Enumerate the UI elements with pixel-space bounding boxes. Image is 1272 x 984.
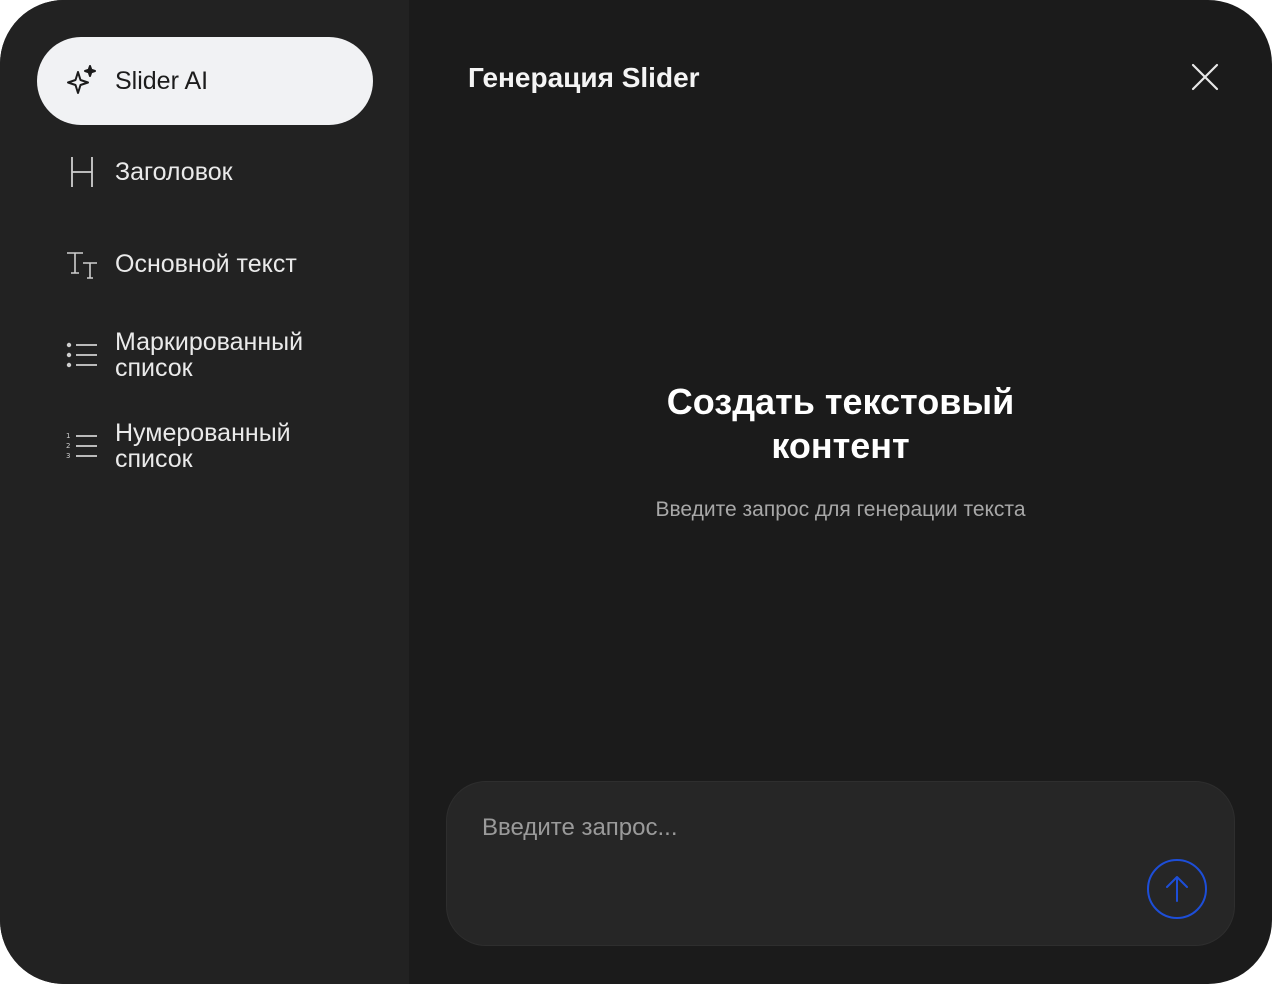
- sidebar: Slider AI Заголовок Основной текст Марки…: [0, 0, 409, 984]
- sidebar-item-label: Заголовок: [115, 158, 233, 186]
- sidebar-item-bullet-list[interactable]: Маркированный список: [37, 328, 373, 382]
- sidebar-item-label: Slider AI: [115, 67, 209, 95]
- sidebar-item-label: Маркированный список: [115, 328, 304, 382]
- sidebar-item-slider-ai[interactable]: Slider AI: [37, 37, 373, 125]
- sidebar-item-label: Нумерованный список: [115, 419, 291, 473]
- ai-generation-dialog: Slider AI Заголовок Основной текст Марки…: [0, 0, 1272, 984]
- sidebar-item-label: Основной текст: [115, 250, 297, 278]
- empty-state-title: Создать текстовый контент: [666, 381, 1015, 466]
- text-size-icon: [65, 247, 99, 281]
- sparkle-icon: [65, 64, 99, 98]
- sidebar-item-numbered-list[interactable]: 1 2 3 Нумерованный список: [37, 419, 373, 473]
- send-button[interactable]: [1147, 859, 1207, 919]
- svg-text:2: 2: [66, 442, 70, 450]
- arrow-up-icon: [1166, 876, 1188, 902]
- close-button[interactable]: [1190, 62, 1220, 92]
- page-title: Генерация Slider: [468, 62, 700, 93]
- main-panel: Генерация Slider Создать текстовый конте…: [409, 0, 1272, 984]
- prompt-input[interactable]: [482, 808, 1102, 848]
- prompt-box: [446, 781, 1235, 946]
- bullet-list-icon: [65, 338, 99, 372]
- empty-state-subtitle: Введите запрос для генерации текста: [655, 498, 1026, 521]
- sidebar-item-body-text[interactable]: Основной текст: [37, 247, 373, 281]
- sidebar-item-heading[interactable]: Заголовок: [37, 155, 373, 189]
- numbered-list-icon: 1 2 3: [65, 429, 99, 463]
- svg-text:1: 1: [66, 432, 70, 440]
- heading-icon: [65, 155, 99, 189]
- svg-text:3: 3: [66, 452, 70, 460]
- close-icon: [1191, 63, 1219, 91]
